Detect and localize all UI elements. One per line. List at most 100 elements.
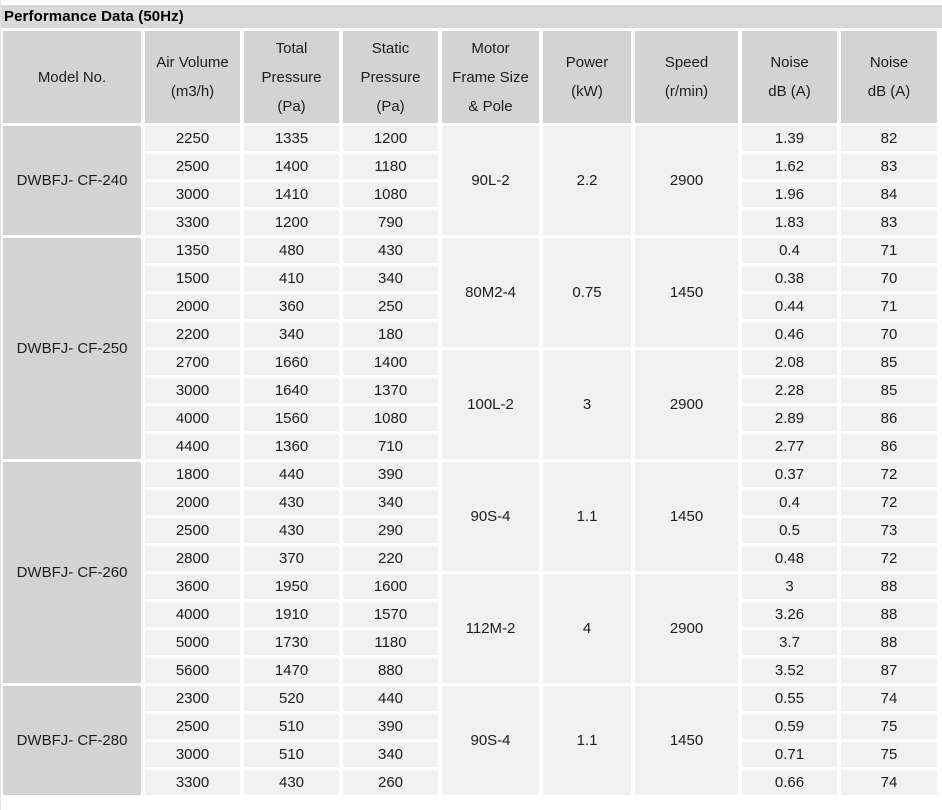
cell-total-pressure: 370 <box>244 546 339 571</box>
cell-noise-1: 3.7 <box>742 630 837 655</box>
col-header-noise-1: Noise dB (A) <box>742 31 837 123</box>
cell-power: 1.1 <box>543 686 631 795</box>
cell-total-pressure: 1660 <box>244 350 339 375</box>
cell-total-pressure: 1470 <box>244 658 339 683</box>
cell-total-pressure: 410 <box>244 266 339 291</box>
cell-noise-2: 74 <box>841 770 937 795</box>
cell-air-volume: 3600 <box>145 574 240 599</box>
cell-noise-1: 0.4 <box>742 490 837 515</box>
cell-air-volume: 2000 <box>145 490 240 515</box>
cell-noise-1: 1.96 <box>742 182 837 207</box>
cell-power: 4 <box>543 574 631 683</box>
cell-static-pressure: 1080 <box>343 182 438 207</box>
cell-static-pressure: 290 <box>343 518 438 543</box>
cell-total-pressure: 1640 <box>244 378 339 403</box>
cell-noise-1: 2.89 <box>742 406 837 431</box>
cell-static-pressure: 1600 <box>343 574 438 599</box>
cell-static-pressure: 390 <box>343 462 438 487</box>
cell-speed: 1450 <box>635 462 738 571</box>
cell-static-pressure: 1200 <box>343 126 438 151</box>
cell-total-pressure: 360 <box>244 294 339 319</box>
cell-total-pressure: 430 <box>244 518 339 543</box>
cell-total-pressure: 340 <box>244 322 339 347</box>
cell-static-pressure: 340 <box>343 490 438 515</box>
cell-noise-1: 3.52 <box>742 658 837 683</box>
cell-static-pressure: 340 <box>343 742 438 767</box>
cell-static-pressure: 1180 <box>343 630 438 655</box>
cell-noise-2: 72 <box>841 462 937 487</box>
cell-motor-frame: 80M2-4 <box>442 238 539 347</box>
cell-air-volume: 3300 <box>145 210 240 235</box>
cell-total-pressure: 440 <box>244 462 339 487</box>
cell-air-volume: 1800 <box>145 462 240 487</box>
cell-static-pressure: 880 <box>343 658 438 683</box>
table-row: DWBFJ- CF-250 1350 480 430 80M2-4 0.75 1… <box>3 238 937 263</box>
cell-noise-1: 3 <box>742 574 837 599</box>
cell-air-volume: 4000 <box>145 602 240 627</box>
cell-air-volume: 3300 <box>145 770 240 795</box>
cell-noise-2: 71 <box>841 238 937 263</box>
cell-total-pressure: 430 <box>244 490 339 515</box>
cell-noise-1: 2.28 <box>742 378 837 403</box>
cell-air-volume: 3000 <box>145 378 240 403</box>
cell-noise-1: 2.08 <box>742 350 837 375</box>
cell-total-pressure: 520 <box>244 686 339 711</box>
table-row: 3600 1950 1600 112M-2 4 2900 3 88 <box>3 574 937 599</box>
cell-static-pressure: 220 <box>343 546 438 571</box>
table-row: 2700 1660 1400 100L-2 3 2900 2.08 85 <box>3 350 937 375</box>
cell-power: 3 <box>543 350 631 459</box>
col-header-static-pressure: Static Pressure (Pa) <box>343 31 438 123</box>
cell-noise-1: 0.59 <box>742 714 837 739</box>
cell-noise-2: 72 <box>841 546 937 571</box>
cell-air-volume: 1350 <box>145 238 240 263</box>
cell-noise-2: 82 <box>841 126 937 151</box>
cell-noise-2: 85 <box>841 378 937 403</box>
cell-total-pressure: 1950 <box>244 574 339 599</box>
col-header-noise-2: Noise dB (A) <box>841 31 937 123</box>
cell-air-volume: 1500 <box>145 266 240 291</box>
model-cell: DWBFJ- CF-250 <box>3 238 141 459</box>
performance-table: Model No. Air Volume (m3/h) Total Pressu… <box>0 28 941 798</box>
cell-static-pressure: 260 <box>343 770 438 795</box>
col-header-air-volume: Air Volume (m3/h) <box>145 31 240 123</box>
col-header-motor-frame: Motor Frame Size & Pole <box>442 31 539 123</box>
cell-motor-frame: 112M-2 <box>442 574 539 683</box>
cell-speed: 1450 <box>635 686 738 795</box>
page-title: Performance Data (50Hz) <box>1 8 184 25</box>
cell-noise-2: 72 <box>841 490 937 515</box>
col-header-total-pressure: Total Pressure (Pa) <box>244 31 339 123</box>
cell-static-pressure: 430 <box>343 238 438 263</box>
cell-noise-2: 83 <box>841 210 937 235</box>
cell-motor-frame: 90L-2 <box>442 126 539 235</box>
header-row: Model No. Air Volume (m3/h) Total Pressu… <box>3 31 937 123</box>
cell-power: 0.75 <box>543 238 631 347</box>
cell-total-pressure: 1730 <box>244 630 339 655</box>
cell-static-pressure: 390 <box>343 714 438 739</box>
cell-noise-1: 0.37 <box>742 462 837 487</box>
cell-noise-2: 85 <box>841 350 937 375</box>
cell-noise-1: 1.62 <box>742 154 837 179</box>
cell-total-pressure: 1400 <box>244 154 339 179</box>
cell-noise-2: 75 <box>841 714 937 739</box>
cell-noise-2: 88 <box>841 630 937 655</box>
cell-noise-1: 0.4 <box>742 238 837 263</box>
cell-noise-2: 83 <box>841 154 937 179</box>
cell-noise-2: 87 <box>841 658 937 683</box>
performance-data-page: Performance Data (50Hz) Model No. Air Vo… <box>0 0 942 810</box>
cell-noise-1: 0.46 <box>742 322 837 347</box>
cell-static-pressure: 1570 <box>343 602 438 627</box>
cell-noise-1: 0.38 <box>742 266 837 291</box>
cell-total-pressure: 510 <box>244 714 339 739</box>
cell-speed: 2900 <box>635 350 738 459</box>
cell-noise-2: 71 <box>841 294 937 319</box>
cell-static-pressure: 1400 <box>343 350 438 375</box>
cell-air-volume: 2500 <box>145 714 240 739</box>
cell-noise-1: 1.83 <box>742 210 837 235</box>
cell-total-pressure: 1560 <box>244 406 339 431</box>
cell-static-pressure: 340 <box>343 266 438 291</box>
cell-noise-1: 1.39 <box>742 126 837 151</box>
cell-air-volume: 2500 <box>145 518 240 543</box>
cell-noise-1: 0.5 <box>742 518 837 543</box>
cell-air-volume: 2200 <box>145 322 240 347</box>
cell-total-pressure: 510 <box>244 742 339 767</box>
